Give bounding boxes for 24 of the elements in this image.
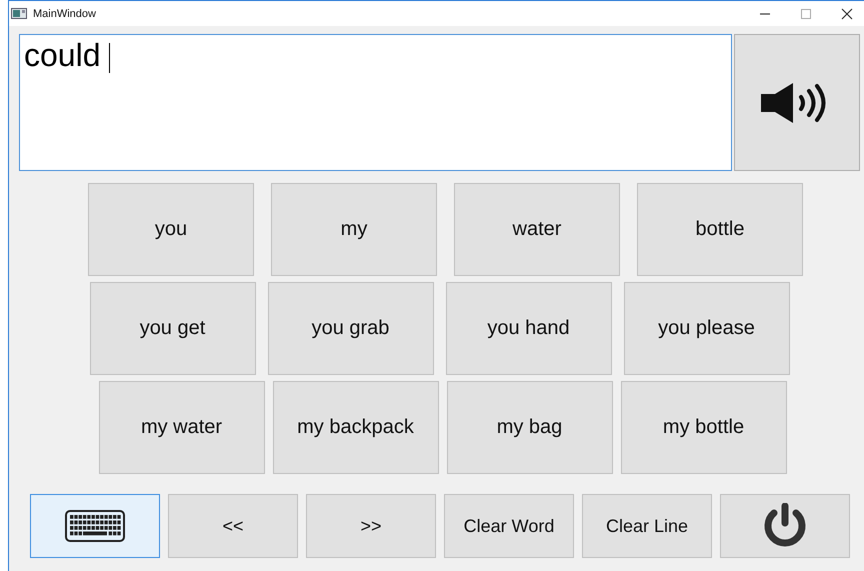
word-button[interactable]: bottle bbox=[637, 183, 803, 276]
keyboard-icon bbox=[65, 510, 125, 542]
speak-button[interactable] bbox=[734, 34, 860, 171]
word-button[interactable]: my water bbox=[98, 381, 264, 474]
app-icon bbox=[11, 8, 27, 19]
command-button[interactable]: Clear Word bbox=[444, 494, 574, 558]
word-button[interactable]: my bottle bbox=[620, 381, 786, 474]
command-button[interactable]: Clear Line bbox=[582, 494, 712, 558]
word-button[interactable]: you hand bbox=[446, 282, 612, 375]
text-field[interactable]: could bbox=[19, 34, 732, 171]
word-button[interactable]: my backpack bbox=[272, 381, 438, 474]
command-button[interactable]: >> bbox=[306, 494, 436, 558]
word-button[interactable]: you please bbox=[624, 282, 790, 375]
keyboard-button[interactable] bbox=[30, 494, 160, 558]
word-button[interactable]: my bbox=[271, 183, 437, 276]
window-title: MainWindow bbox=[33, 8, 96, 20]
word-button[interactable]: you get bbox=[90, 282, 256, 375]
word-button[interactable]: you bbox=[88, 183, 254, 276]
word-button[interactable]: you grab bbox=[268, 282, 434, 375]
power-button[interactable] bbox=[720, 494, 850, 558]
close-icon[interactable] bbox=[841, 8, 853, 20]
command-button[interactable]: << bbox=[168, 494, 298, 558]
word-button[interactable]: my bag bbox=[446, 381, 612, 474]
word-button[interactable]: water bbox=[454, 183, 620, 276]
